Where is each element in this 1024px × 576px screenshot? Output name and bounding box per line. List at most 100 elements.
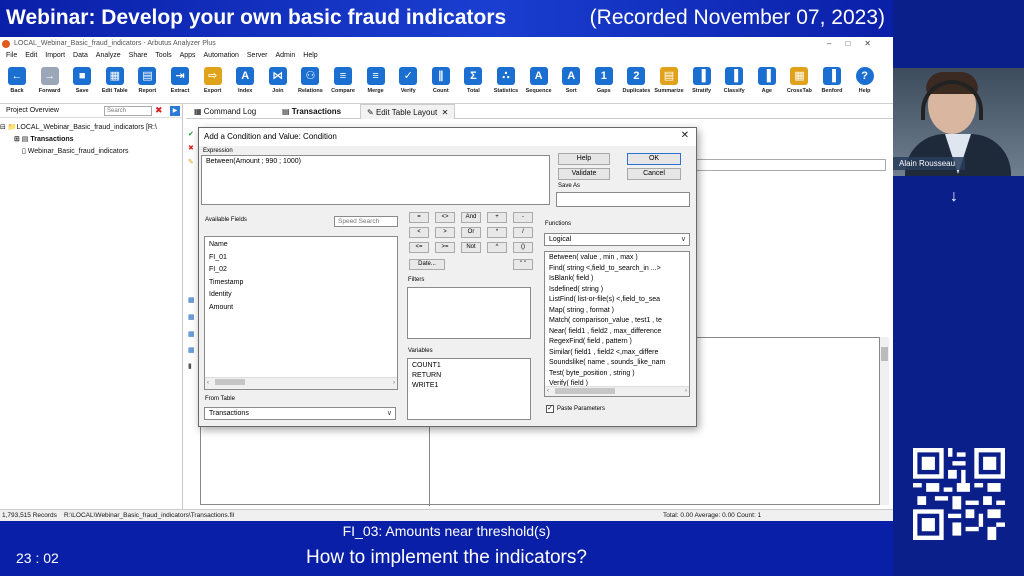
toolbar-age-button[interactable]: ▐ Age — [750, 67, 784, 94]
layout-icon-3[interactable]: ▦ — [188, 331, 196, 339]
tab-edit-table-layout[interactable]: ✎ Edit Table Layout ✕ — [360, 104, 456, 119]
function-item[interactable]: Soundslike( name , sounds_like_nam — [545, 358, 689, 369]
function-item[interactable]: Between( value , min , max ) — [545, 253, 689, 264]
operator-multiply-button[interactable]: * — [487, 227, 507, 238]
toolbar-edit-table-button[interactable]: ▦ Edit Table — [98, 67, 132, 94]
cancel-button[interactable]: Cancel — [627, 168, 681, 180]
help-button[interactable]: Help — [558, 153, 610, 165]
function-item[interactable]: RegexFind( field , pattern ) — [545, 337, 689, 348]
tab-transactions[interactable]: ▤ Transactions — [276, 104, 347, 119]
toolbar-total-button[interactable]: Σ Total — [456, 67, 490, 94]
operator-less-equal-button[interactable]: <= — [409, 242, 429, 253]
trash-icon[interactable]: ▮ — [188, 363, 196, 371]
toolbar-summarize-button[interactable]: ▤ Summarize — [652, 67, 686, 94]
toolbar-count-button[interactable]: ∥ Count — [424, 67, 458, 94]
close-icon[interactable]: ✕ — [681, 130, 689, 141]
tree-item-project[interactable]: ⊟ 📁LOCAL_Webinar_Basic_fraud_indicators … — [0, 122, 182, 134]
clear-search-icon[interactable]: ✖ — [155, 106, 164, 115]
toolbar-export-button[interactable]: ⇨ Export — [196, 67, 230, 94]
toolbar-stratify-button[interactable]: ▐ Stratify — [685, 67, 719, 94]
operator-less-button[interactable]: < — [409, 227, 429, 238]
project-search-input[interactable]: Search — [104, 106, 152, 116]
menu-share[interactable]: Share — [129, 52, 148, 59]
toolbar-verify-button[interactable]: ✓ Verify — [391, 67, 425, 94]
field-item[interactable]: Amount — [205, 302, 397, 315]
operator-greater-equal-button[interactable]: >= — [435, 242, 455, 253]
operator-divide-button[interactable]: / — [513, 227, 533, 238]
expression-input[interactable]: Between(Amount ; 990 ; 1000) — [201, 155, 550, 205]
function-item[interactable]: Match( comparison_value , test1 , te — [545, 316, 689, 327]
toolbar-compare-button[interactable]: ≡ Compare — [326, 67, 360, 94]
toolbar-save-button[interactable]: ■ Save — [65, 67, 99, 94]
toolbar-join-button[interactable]: ⋈ Join — [261, 67, 295, 94]
menu-file[interactable]: File — [6, 52, 17, 59]
quote-button[interactable]: " " — [513, 259, 533, 270]
accept-icon[interactable]: ✔ — [188, 131, 196, 139]
operator-and-button[interactable]: And — [461, 212, 481, 223]
vertical-scrollbar[interactable] — [880, 337, 889, 505]
field-item[interactable]: Name — [205, 239, 397, 252]
filters-list[interactable] — [407, 287, 531, 339]
date-button[interactable]: Date... — [409, 259, 445, 270]
menu-analyze[interactable]: Analyze — [96, 52, 121, 59]
field-name-input[interactable] — [691, 159, 886, 171]
operator-greater-button[interactable]: > — [435, 227, 455, 238]
field-item[interactable]: FI_01 — [205, 252, 397, 265]
from-table-select[interactable]: Transactions ∨ — [204, 407, 396, 420]
delete-icon[interactable]: ✖ — [188, 145, 196, 153]
window-controls[interactable]: –□✕ — [827, 37, 885, 50]
validate-button[interactable]: Validate — [558, 168, 610, 180]
layout-icon-2[interactable]: ▦ — [188, 314, 196, 322]
menu-admin[interactable]: Admin — [275, 52, 295, 59]
speed-search-input[interactable]: Speed Search — [334, 216, 398, 227]
toolbar-back-button[interactable]: ← Back — [0, 67, 34, 94]
function-item[interactable]: Similar( field1 , field2 <,max_differe — [545, 348, 689, 359]
field-item[interactable]: Timestamp — [205, 277, 397, 290]
function-item[interactable]: IsBlank( field ) — [545, 274, 689, 285]
tree-item-script[interactable]: ▯ Webinar_Basic_fraud_indicators — [0, 146, 182, 158]
operator-not-equal-button[interactable]: <> — [435, 212, 455, 223]
function-item[interactable]: Map( string , format ) — [545, 306, 689, 317]
function-item[interactable]: Test( byte_position , string ) — [545, 369, 689, 380]
field-item[interactable]: Identity — [205, 289, 397, 302]
menu-automation[interactable]: Automation — [204, 52, 239, 59]
operator-plus-button[interactable]: + — [487, 212, 507, 223]
function-category-select[interactable]: Logical ∨ — [544, 233, 690, 246]
menu-data[interactable]: Data — [73, 52, 88, 59]
layout-icon-4[interactable]: ▦ — [188, 347, 196, 355]
search-go-icon[interactable]: ▶ — [170, 106, 180, 116]
menu-apps[interactable]: Apps — [180, 52, 196, 59]
toolbar-classify-button[interactable]: ▐ Classify — [717, 67, 751, 94]
menu-tools[interactable]: Tools — [155, 52, 171, 59]
operator-power-button[interactable]: ^ — [487, 242, 507, 253]
edit-icon[interactable]: ✎ — [188, 159, 196, 167]
operator-not-button[interactable]: Not — [461, 242, 481, 253]
toolbar-report-button[interactable]: ▤ Report — [130, 67, 164, 94]
save-as-input[interactable] — [556, 192, 690, 207]
toolbar-duplicates-button[interactable]: 2 Duplicates — [619, 67, 653, 94]
toolbar-merge-button[interactable]: ≡ Merge — [359, 67, 393, 94]
menu-edit[interactable]: Edit — [25, 52, 37, 59]
toolbar-gaps-button[interactable]: 1 Gaps — [587, 67, 621, 94]
toolbar-sort-button[interactable]: A Sort — [554, 67, 588, 94]
paste-parameters-checkbox[interactable]: ✓ — [546, 405, 554, 413]
layout-icon-1[interactable]: ▦ — [188, 297, 196, 305]
toolbar-benford-button[interactable]: ▐ Benford — [815, 67, 849, 94]
fields-hscrollbar[interactable]: ‹ › — [205, 376, 397, 389]
menu-import[interactable]: Import — [45, 52, 65, 59]
variable-item[interactable]: RETURN — [408, 371, 530, 381]
toolbar-sequence-button[interactable]: A Sequence — [522, 67, 556, 94]
toolbar-relations-button[interactable]: ⚇ Relations — [293, 67, 327, 94]
operator-parens-button[interactable]: () — [513, 242, 533, 253]
variable-item[interactable]: COUNT1 — [408, 361, 530, 371]
operator-or-button[interactable]: Or — [461, 227, 481, 238]
menu-help[interactable]: Help — [303, 52, 317, 59]
tree-item-transactions[interactable]: ⊞ ▤ Transactions — [0, 134, 182, 146]
variable-item[interactable]: WRITE1 — [408, 381, 530, 391]
function-item[interactable]: Find( string <,field_to_search_in ...> — [545, 264, 689, 275]
toolbar-statistics-button[interactable]: ∴ Statistics — [489, 67, 523, 94]
field-item[interactable]: FI_02 — [205, 264, 397, 277]
operator-minus-button[interactable]: - — [513, 212, 533, 223]
menu-server[interactable]: Server — [247, 52, 268, 59]
toolbar-extract-button[interactable]: ⇥ Extract — [163, 67, 197, 94]
